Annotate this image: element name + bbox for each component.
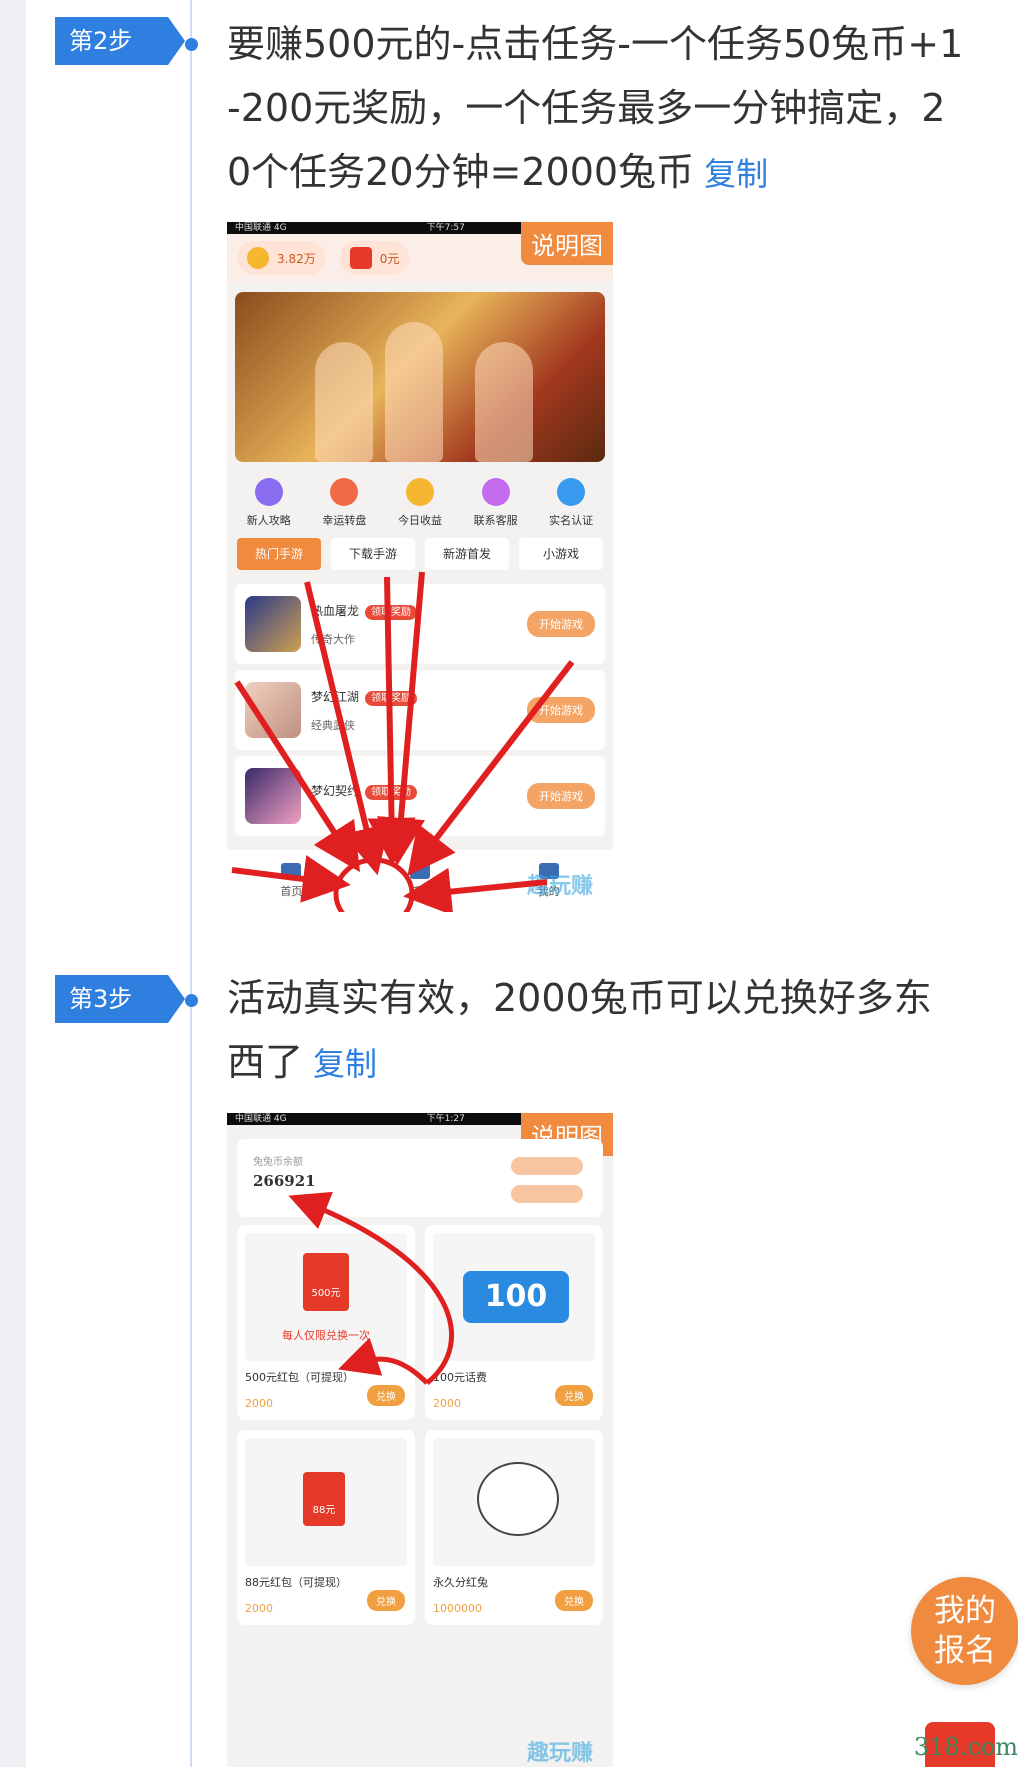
step-text-line: 0个任务20分钟=2000兔币 复制: [227, 140, 1018, 206]
timeline-line: [190, 0, 192, 1767]
annotation-arrows: [231, 571, 575, 912]
screenshot-image: 中国联通 4G 下午7:57 说明图 3.82万 0元 新人攻略 幸运转盘 今日…: [227, 222, 613, 912]
step-badge: 第3步: [55, 975, 185, 1023]
step-description: 要赚500元的-点击任务-一个任务50兔币+1 -200元奖励，一个任务最多一分…: [227, 12, 1018, 206]
step-text-line: 活动真实有效，2000兔币可以兑换好多东: [227, 976, 932, 1020]
annotation-arrows: [288, 1191, 454, 1385]
step-text-line: -200元奖励，一个任务最多一分钟搞定，2: [227, 86, 946, 130]
step-text-fragment: 0个任务20分钟=2000兔币: [227, 150, 695, 194]
copy-link[interactable]: 复制: [313, 1045, 377, 1083]
step-description: 活动真实有效，2000兔币可以兑换好多东 西了 复制: [227, 966, 1018, 1096]
my-signup-button[interactable]: 我的 报名: [911, 1577, 1018, 1685]
timeline-dot: [185, 994, 198, 1007]
left-gutter: [0, 0, 26, 1767]
step-badge: 第2步: [55, 17, 185, 65]
step-text-line: 要赚500元的-点击任务-一个任务50兔币+1: [227, 22, 964, 66]
fab-label-line: 我的: [934, 1593, 996, 1629]
fab-label-line: 报名: [934, 1633, 996, 1669]
copy-link[interactable]: 复制: [704, 155, 768, 193]
step-text-line: 西了 复制: [227, 1030, 1018, 1096]
screenshot-image: 中国联通 4G 下午1:27 说明图 兔兔币余额 266921 500元 每人仅…: [227, 1113, 613, 1767]
timeline-dot: [185, 38, 198, 51]
step-text-fragment: 西了: [227, 1040, 304, 1084]
site-watermark: 318.com: [913, 1733, 1018, 1761]
